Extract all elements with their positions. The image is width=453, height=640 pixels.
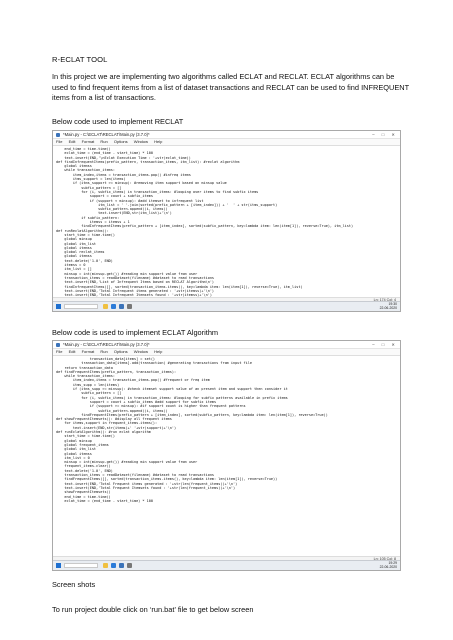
document-page: R-ECLAT TOOL In this project we are impl… (0, 0, 453, 640)
menu-format[interactable]: Format (82, 349, 95, 354)
clock-date: 22-06-2020 (379, 306, 397, 311)
menu-help[interactable]: Help (154, 349, 162, 354)
terminal-icon[interactable] (127, 563, 132, 568)
code-area[interactable]: end_time = time.time() eclat_time = (end… (53, 146, 400, 310)
terminal-icon[interactable] (127, 304, 132, 309)
clock-date: 22-06-2020 (379, 565, 397, 570)
menu-file[interactable]: File (56, 139, 62, 144)
reclat-caption: Below code used to implement RECLAT (52, 117, 184, 126)
editor-title-bar: *Main.py - C:\ECLAT\RECLAT\Main.py (3.7.… (53, 131, 400, 139)
reclat-code-screenshot: *Main.py - C:\ECLAT\RECLAT\Main.py (3.7.… (52, 130, 401, 312)
screenshots-label: Screen shots (52, 580, 96, 589)
windows-taskbar: 19:30 22-06-2020 (53, 301, 400, 311)
editor-menu-bar: File Edit Format Run Options Window Help (53, 139, 400, 146)
menu-edit[interactable]: Edit (69, 139, 76, 144)
python-icon (56, 132, 60, 137)
editor-menu-bar: File Edit Format Run Options Window Help (53, 349, 400, 356)
intro-paragraph: In this project we are implementing two … (52, 72, 409, 103)
windows-start-icon[interactable] (56, 563, 61, 568)
code-area[interactable]: transaction_data[items] = set() transact… (53, 356, 400, 503)
taskbar-search-box[interactable] (64, 563, 98, 568)
window-controls[interactable]: – □ ✕ (372, 341, 398, 348)
system-clock: 19:30 22-06-2020 (380, 302, 397, 310)
editor-window-title: *Main.py - C:\ECLAT\RECLAT\Main.py (3.7.… (63, 342, 150, 347)
menu-options[interactable]: Options (114, 349, 128, 354)
system-clock: 19:29 22-06-2020 (380, 561, 397, 569)
menu-file[interactable]: File (56, 349, 62, 354)
file-explorer-icon[interactable] (103, 304, 108, 309)
menu-run[interactable]: Run (100, 349, 107, 354)
menu-run[interactable]: Run (100, 139, 107, 144)
run-instruction: To run project double click on ‘run.bat’… (52, 605, 254, 614)
taskbar-search-box[interactable] (64, 304, 98, 309)
editor-title-bar: *Main.py - C:\ECLAT\RECLAT\Main.py (3.7.… (53, 341, 400, 349)
menu-window[interactable]: Window (134, 349, 148, 354)
menu-help[interactable]: Help (154, 139, 162, 144)
windows-start-icon[interactable] (56, 304, 61, 309)
python-icon (56, 342, 60, 347)
browser-icon[interactable] (111, 563, 116, 568)
browser-icon[interactable] (111, 304, 116, 309)
menu-format[interactable]: Format (82, 139, 95, 144)
menu-options[interactable]: Options (114, 139, 128, 144)
windows-taskbar: 19:29 22-06-2020 (53, 560, 400, 570)
window-controls[interactable]: – □ ✕ (372, 131, 398, 138)
eclat-caption: Below code is used to implement ECLAT Al… (52, 328, 219, 337)
python-taskbar-icon[interactable] (119, 304, 124, 309)
menu-edit[interactable]: Edit (69, 349, 76, 354)
code-line: eclat_time = (end_time - start_time) * 1… (56, 498, 153, 503)
python-taskbar-icon[interactable] (119, 563, 124, 568)
editor-window-title: *Main.py - C:\ECLAT\RECLAT\Main.py (3.7.… (63, 132, 150, 137)
code-line: findInfrequentItems(prefix_pattern + [it… (56, 224, 354, 229)
file-explorer-icon[interactable] (103, 563, 108, 568)
document-heading: R-ECLAT TOOL (52, 55, 108, 64)
menu-window[interactable]: Window (134, 139, 148, 144)
eclat-code-screenshot: *Main.py - C:\ECLAT\RECLAT\Main.py (3.7.… (52, 340, 401, 571)
